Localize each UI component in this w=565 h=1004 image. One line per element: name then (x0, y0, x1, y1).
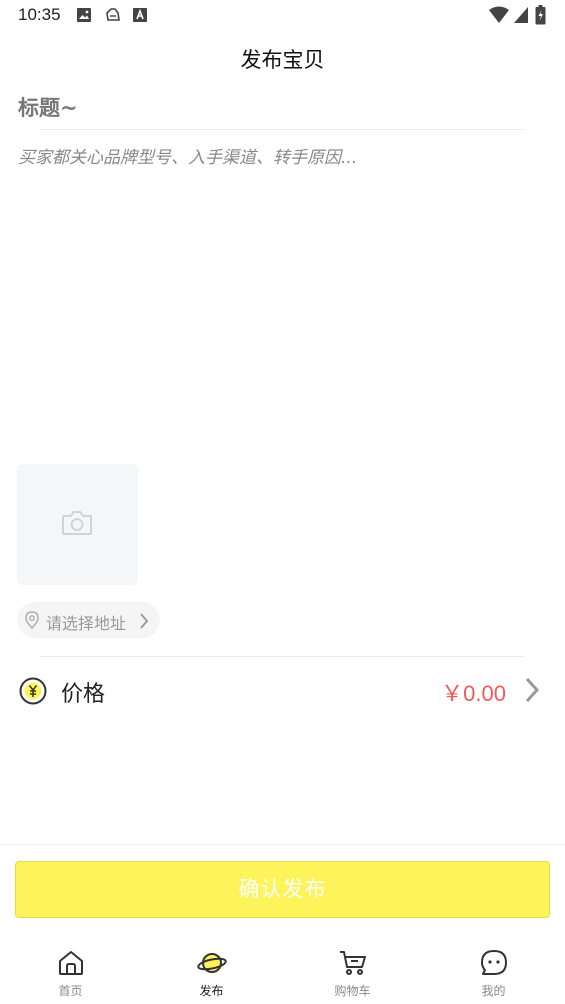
tab-label: 我的 (481, 984, 506, 998)
camera-icon (61, 509, 93, 541)
divider (0, 844, 565, 845)
divider (40, 656, 525, 657)
price-value: ￥0.00 (441, 681, 506, 706)
chevron-right-icon (139, 613, 149, 633)
tab-label: 购物车 (334, 984, 371, 998)
price-row[interactable]: 价格 ￥0.00 (0, 664, 565, 718)
divider (40, 129, 525, 130)
add-photo-button[interactable] (17, 464, 138, 585)
gallery-notification-icon (76, 7, 92, 27)
home-icon (57, 949, 85, 981)
tab-cart[interactable]: 购物车 (282, 942, 423, 1004)
location-pin-icon (25, 611, 39, 633)
yen-icon (19, 677, 47, 709)
address-label: 请选择地址 (46, 614, 127, 633)
select-address-button[interactable]: 请选择地址 (17, 602, 160, 638)
confirm-publish-button[interactable]: 确认发布 (15, 861, 550, 918)
title-input[interactable] (18, 88, 525, 128)
description-input[interactable] (18, 143, 525, 443)
status-time: 10:35 (18, 5, 61, 24)
tab-home[interactable]: 首页 (0, 942, 141, 1004)
tab-label: 首页 (58, 984, 83, 998)
planet-icon (196, 949, 227, 981)
chat-smile-icon (480, 949, 508, 981)
cart-icon (338, 949, 368, 981)
battery-icon (535, 5, 546, 29)
cloud-notification-icon (104, 7, 122, 27)
wifi-icon (488, 6, 510, 28)
android-a-notification-icon (132, 7, 148, 27)
bottom-tab-bar: 首页 发布 购物车 我的 (0, 942, 565, 1004)
tab-mine[interactable]: 我的 (423, 942, 564, 1004)
tab-publish[interactable]: 发布 (141, 942, 282, 1004)
page-title: 发布宝贝 (240, 48, 325, 72)
chevron-right-icon (524, 677, 540, 707)
cellular-signal-icon (513, 6, 529, 28)
status-bar: 10:35 (0, 0, 565, 32)
tab-label: 发布 (199, 984, 224, 998)
price-label: 价格 (61, 682, 106, 707)
